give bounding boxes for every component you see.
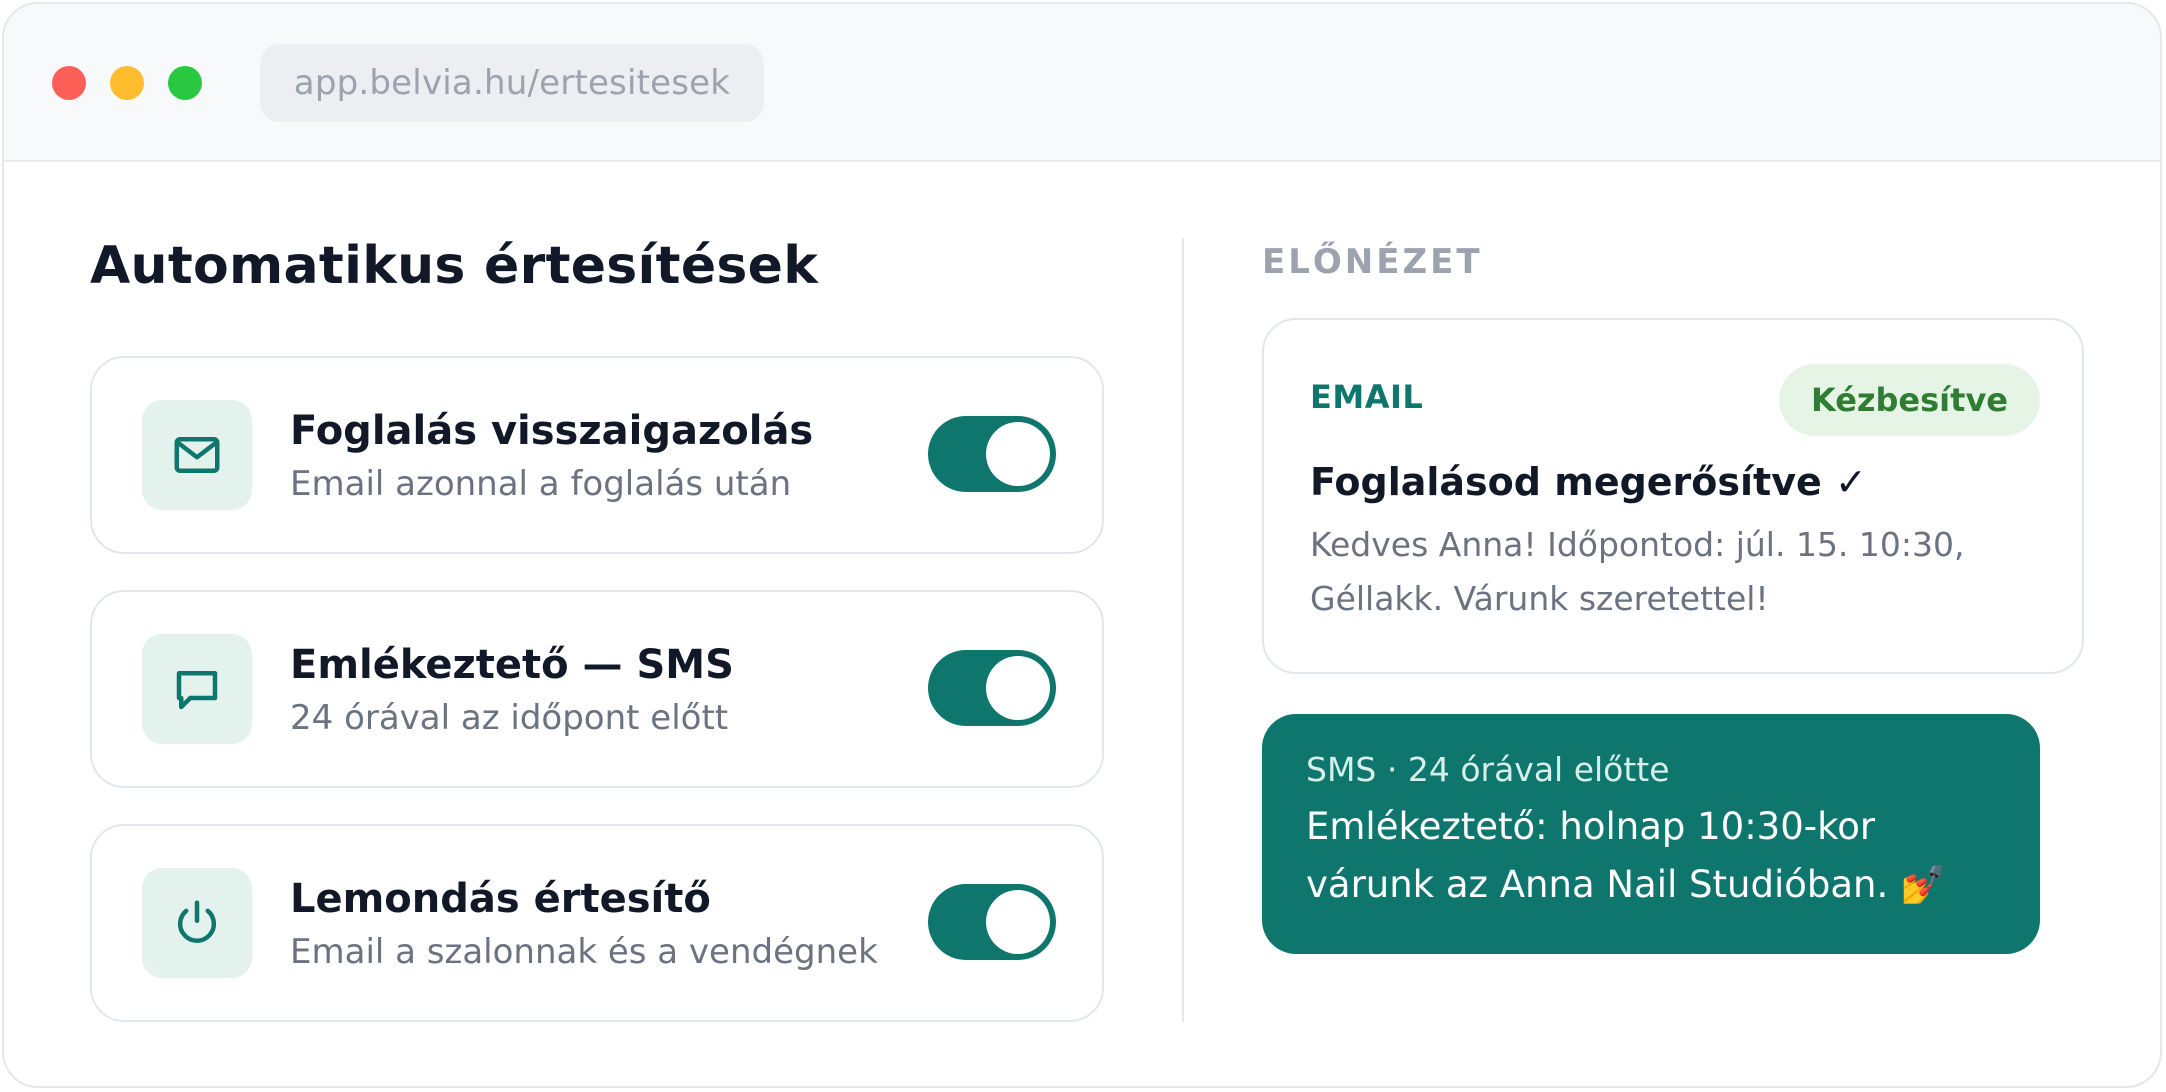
sms-meta: SMS · 24 órával előtte xyxy=(1306,750,1670,789)
toggle-knob xyxy=(986,422,1050,486)
browser-window: app.belvia.hu/ertesitesek Automatikus ér… xyxy=(2,2,2162,1088)
minimize-window-button[interactable] xyxy=(110,66,144,100)
cancellation-toggle[interactable] xyxy=(928,884,1056,960)
notification-title: Foglalás visszaigazolás xyxy=(290,408,814,454)
notification-subtitle: Email azonnal a foglalás után xyxy=(290,464,792,504)
mail-icon xyxy=(142,400,252,510)
notification-card-sms-reminder: Emlékeztető — SMS 24 órával az időpont e… xyxy=(90,590,1104,788)
preview-heading: ELŐNÉZET xyxy=(1262,242,1483,282)
power-icon xyxy=(142,868,252,978)
notification-subtitle: Email a szalonnak és a vendégnek xyxy=(290,932,878,972)
notification-card-cancellation: Lemondás értesítő Email a szalonnak és a… xyxy=(90,824,1104,1022)
booking-confirmation-toggle[interactable] xyxy=(928,416,1056,492)
notification-card-booking-confirmation: Foglalás visszaigazolás Email azonnal a … xyxy=(90,356,1104,554)
email-channel-label: EMAIL xyxy=(1310,378,1424,416)
address-bar[interactable]: app.belvia.hu/ertesitesek xyxy=(260,44,764,122)
toggle-knob xyxy=(986,656,1050,720)
email-subject: Foglalásod megerősítve ✓ xyxy=(1310,460,1867,504)
notification-title: Lemondás értesítő xyxy=(290,876,711,922)
page-title: Automatikus értesítések xyxy=(90,236,819,296)
notification-title: Emlékeztető — SMS xyxy=(290,642,734,688)
message-bubble-icon xyxy=(142,634,252,744)
email-body: Kedves Anna! Időpontod: júl. 15. 10:30, … xyxy=(1310,525,1965,618)
toggle-knob xyxy=(986,890,1050,954)
maximize-window-button[interactable] xyxy=(168,66,202,100)
column-divider xyxy=(1182,238,1184,1022)
browser-titlebar: app.belvia.hu/ertesitesek xyxy=(4,4,2160,162)
notification-subtitle: 24 órával az időpont előtt xyxy=(290,698,729,738)
email-preview-card: EMAIL Kézbesítve Foglalásod megerősítve … xyxy=(1262,318,2084,674)
delivered-status-badge: Kézbesítve xyxy=(1778,364,2040,436)
sms-preview-card: SMS · 24 órával előtte Emlékeztető: holn… xyxy=(1262,714,2040,954)
sms-body: Emlékeztető: holnap 10:30-kor várunk az … xyxy=(1306,805,1947,906)
close-window-button[interactable] xyxy=(52,66,86,100)
sms-reminder-toggle[interactable] xyxy=(928,650,1056,726)
